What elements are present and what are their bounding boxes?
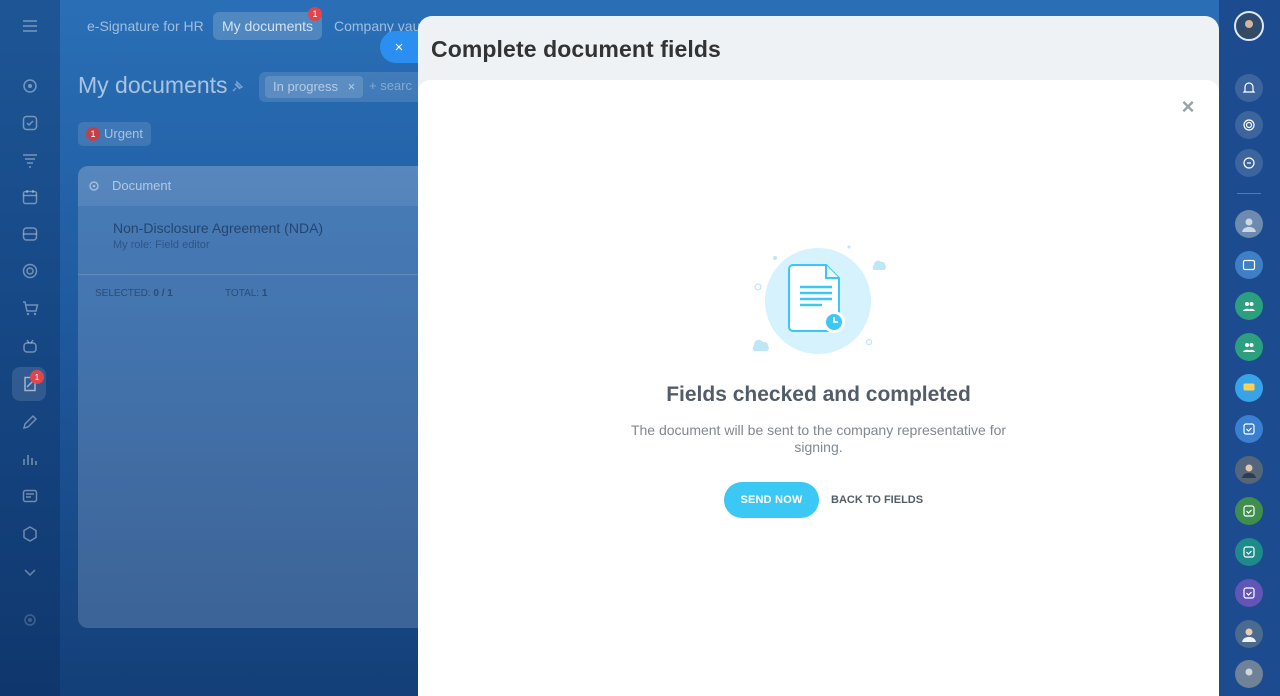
gear-icon[interactable] [88,180,100,192]
left-rail: 1 [0,0,60,696]
calendar-icon[interactable] [18,185,42,209]
table-header: Document [78,166,438,206]
task-chat-icon[interactable] [1235,415,1263,443]
chat-search-icon[interactable] [1235,149,1263,177]
chevron-down-icon[interactable] [18,560,42,584]
total-value: 1 [261,288,268,299]
task-chat-icon[interactable] [1235,579,1263,607]
menu-icon[interactable] [18,14,42,38]
document-role: My role: Field editor [113,239,210,251]
pin-icon[interactable] [230,80,244,94]
selected-value: 0 / 1 [153,288,173,299]
notifications-bell-icon[interactable] [1235,74,1263,102]
user-avatar[interactable] [1234,11,1264,41]
send-now-button[interactable]: SEND NOW [724,482,819,518]
divider [78,274,438,275]
slider-close-button[interactable]: × [380,31,422,63]
robot-icon[interactable] [18,334,42,358]
feed-icon[interactable] [18,148,42,172]
tab-label: e-Signature for HR [87,18,204,34]
filter-search-box[interactable]: In progress × + searc [259,72,429,102]
filter-chip-remove-icon[interactable]: × [348,79,356,94]
task-chat-icon[interactable] [1235,497,1263,525]
documents-table: Document Non-Disclosure Agreement (NDA) … [78,166,438,628]
analytics-icon[interactable] [18,447,42,471]
result-title: Fields checked and completed [666,383,971,406]
sign-badge: 1 [30,370,44,384]
back-to-fields-button[interactable]: BACK TO FIELDS [827,482,927,518]
page-title: My documents [78,72,228,98]
settings-icon[interactable] [18,608,42,632]
tab-esignature-hr[interactable]: e-Signature for HR [78,12,213,40]
tab-my-documents[interactable]: My documents 1 [213,7,323,40]
contact-avatar[interactable] [1235,660,1263,688]
box-icon[interactable] [18,522,42,546]
group-chat-icon[interactable] [1235,251,1263,279]
total-count: TOTAL: 1 [225,288,267,299]
group-chat-icon[interactable] [1235,333,1263,361]
tab-label: My documents [222,18,314,34]
copilot-icon[interactable] [1235,111,1263,139]
slider-title: Complete document fields [431,36,721,62]
drive-icon[interactable] [18,222,42,246]
group-chat-icon[interactable] [1235,292,1263,320]
contact-avatar[interactable] [1235,620,1263,648]
chat-icon[interactable] [1235,374,1263,402]
close-icon[interactable]: × [1180,96,1196,118]
tab-badge: 1 [308,7,323,21]
document-title[interactable]: Non-Disclosure Agreement (NDA) [113,220,323,236]
urgent-label: Urgent [104,126,144,141]
tasks-icon[interactable] [18,111,42,135]
complete-fields-slider: Complete document fields × Fields checke… [418,16,1219,696]
column-header-document[interactable]: Document [112,178,171,193]
right-rail [1219,0,1280,696]
search-input[interactable]: + searc [369,78,412,93]
contact-avatar[interactable] [1235,210,1263,238]
document-clock-illustration [752,245,886,354]
filter-chip-in-progress[interactable]: In progress × [265,76,364,98]
total-label: TOTAL: [225,288,260,299]
selected-label: SELECTED: [95,288,151,299]
slider-body: × Fields checked and completed The docum… [418,80,1219,696]
result-description: The document will be sent to the company… [630,422,1007,455]
shop-icon[interactable] [18,296,42,320]
urgent-filter[interactable]: 1 Urgent [78,122,152,146]
sites-icon[interactable] [18,484,42,508]
urgent-count-badge: 1 [86,127,100,141]
pen-icon[interactable] [18,410,42,434]
contact-avatar[interactable] [1235,456,1263,484]
rail-divider [1237,193,1261,194]
selected-count: SELECTED: 0 / 1 [95,288,173,299]
crm-icon[interactable] [18,74,42,98]
filter-chip-label: In progress [273,79,339,94]
task-chat-icon[interactable] [1235,538,1263,566]
goals-icon[interactable] [18,259,42,283]
